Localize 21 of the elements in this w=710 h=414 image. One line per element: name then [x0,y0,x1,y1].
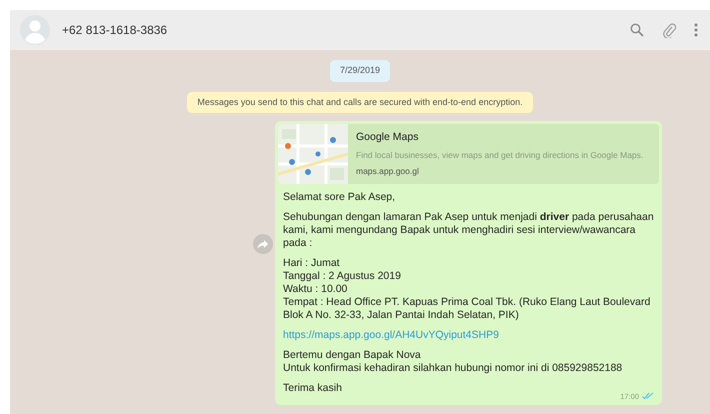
message-text: Untuk konfirmasi kehadiran silahkan hubungi nomor ini di 085929852188 [283,362,624,375]
preview-url: maps.app.goo.gl [356,164,420,178]
message-text: Terima kasih [283,382,343,395]
date-chip: 7/29/2019 [330,60,390,82]
paperclip-icon[interactable] [662,22,676,38]
search-icon[interactable] [630,23,644,37]
message-text: Sehubungan dengan lamaran Pak Asep untuk menjadi driver pada perusahaan kami, kami mengundang Bapak untuk menghadiri sesi interview/wawancara pada : [283,211,654,250]
message-text: Tanggal : 2 Agustus 2019 [283,270,402,283]
message-text: Bertemu dengan Bapak Nova [283,349,422,362]
message-text: Waktu : 10.00 [283,283,348,296]
preview-description: Find local businesses, view maps and get driving directions in Google Maps. [356,149,644,162]
link-preview[interactable]: Google Maps Find local businesses, view maps and get driving directions in Google Maps. maps.app.goo.gl [278,124,659,184]
avatar-icon[interactable] [20,15,50,45]
encryption-notice: Messages you send to this chat and calls are secured with end-to-end encryption. [187,92,533,113]
message-text: Tempat : Head Office PT. Kapuas Prima Coal Tbk. (Ruko Elang Laut Boulevard Blok A No. 32-33, Jalan Pantai Indah Selatan, PIK) [283,296,652,322]
preview-title: Google Maps [356,130,420,146]
menu-icon[interactable] [694,23,698,37]
message-text: Selamat sore Pak Asep, [283,191,396,204]
contact-name: +62 813-1618-3836 [62,22,168,39]
message-text: Hari : Jumat [283,257,341,270]
forward-icon[interactable] [253,234,273,254]
